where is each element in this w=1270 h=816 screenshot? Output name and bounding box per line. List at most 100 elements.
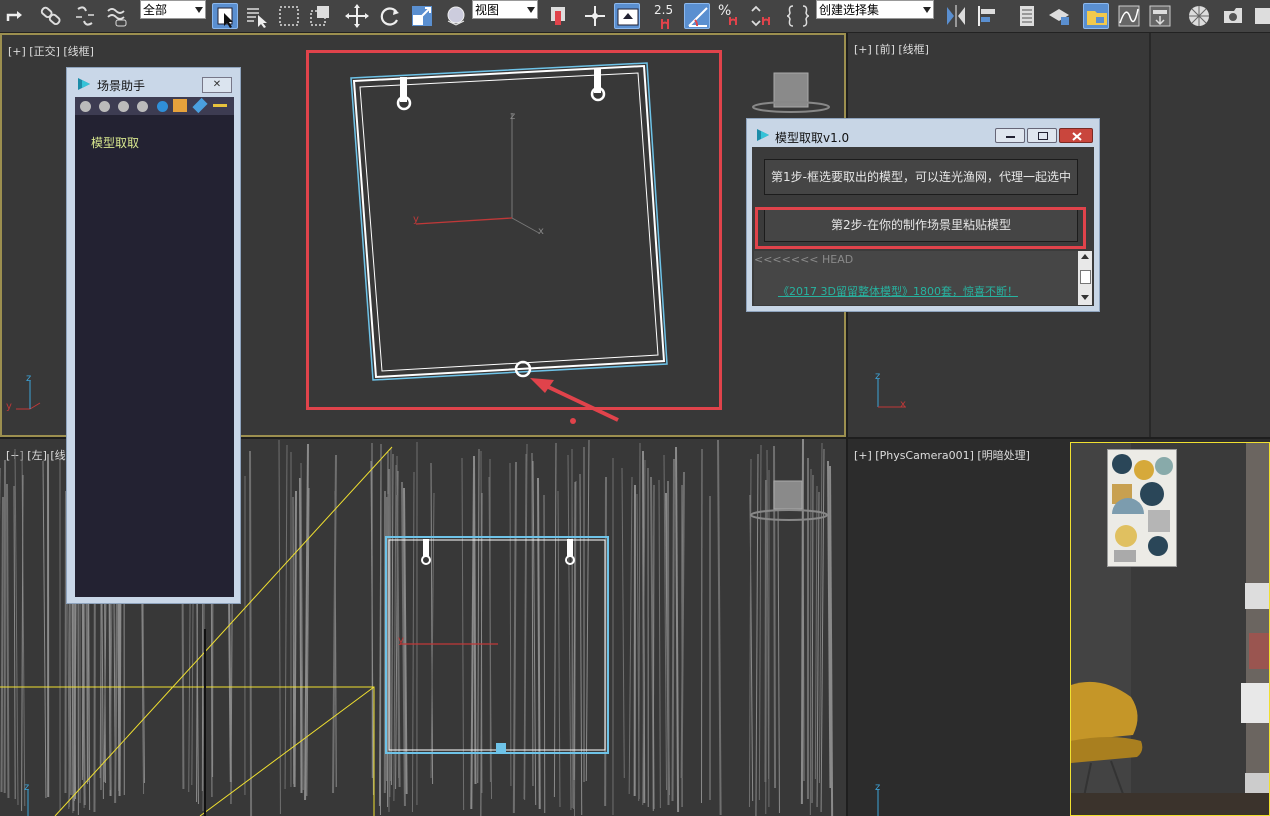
render-frame-icon[interactable] [1252,3,1270,29]
grid-line [42,460,47,799]
grid-line [652,484,655,812]
grid-line [531,452,534,787]
ribbon-icon[interactable] [1046,3,1072,29]
highlight-step2-box [755,207,1086,249]
grid-line [6,483,10,799]
grid-line [766,449,770,780]
viewport-camera[interactable]: [+] [PhysCamera001] [明暗处理] z [848,439,1270,816]
place-icon[interactable] [443,3,469,29]
chevron-down-icon [195,7,203,13]
grid-line [537,477,541,810]
percent-snap-icon[interactable]: % [716,3,742,29]
maximize-icon [1038,132,1048,140]
scale-icon[interactable] [409,3,435,29]
selection-filter-dropdown[interactable]: 全部 [140,0,206,19]
circle-icon[interactable] [99,101,110,112]
folder-icon[interactable] [173,99,187,112]
unlink-icon[interactable] [72,3,98,29]
grid-line [284,444,288,790]
step1-button[interactable]: 第1步-框选要取出的模型，可以连光渔网，代理一起选中 [764,159,1078,195]
select-by-name-icon[interactable] [244,3,270,29]
scroll-thumb[interactable] [1080,270,1091,284]
grid-line [811,474,814,804]
grid-line [477,448,480,784]
bind-spacewarp-icon[interactable] [104,3,130,29]
rotate-icon[interactable] [377,3,403,29]
rect-selection-icon[interactable] [276,3,302,29]
redo-icon[interactable] [2,3,28,29]
grid-line [278,439,281,815]
grid-line [557,490,561,808]
snap-toggle-icon[interactable]: 2.5 [650,3,676,29]
selection-set-value: 创建选择集 [819,3,880,17]
grid-line [758,444,762,801]
grid-line [585,439,590,782]
grid-line [621,467,625,779]
assistant-content: 模型取取 [75,97,234,597]
assistant-item-model-extract[interactable]: 模型取取 [91,134,139,151]
grid-line [579,473,583,816]
layer-icon[interactable] [1014,3,1040,29]
blue-circle-icon[interactable] [157,101,168,112]
grid-line [553,442,557,798]
app-logo-icon [757,129,769,141]
log-output[interactable]: <<<<<<< HEAD 《2017 3D留留整体模型》1800套，惊喜不断！ [754,251,1092,305]
minimize-button[interactable] [995,128,1025,143]
close-button[interactable] [1059,128,1093,143]
select-object-icon[interactable] [212,3,238,29]
curve-editor-icon[interactable] [1116,3,1142,29]
selection-set-dropdown[interactable]: 创建选择集 [816,0,934,19]
spinner-snap-icon[interactable] [748,3,774,29]
move-icon[interactable] [344,3,370,29]
keyboard-shortcut-icon[interactable] [614,3,640,29]
close-button[interactable]: ✕ [202,77,232,93]
grid-line [638,442,641,802]
circle-icon[interactable] [137,101,148,112]
grid-line [675,446,680,813]
gizmo-y-label: y [398,635,404,646]
grid-line [249,450,253,816]
log-scrollbar[interactable] [1078,251,1092,305]
scroll-up-icon[interactable] [1081,254,1089,259]
main-toolbar: 全部 视图 2.5 % 创建选择集 [0,0,1270,33]
grid-line [814,485,818,780]
pivot-icon[interactable] [545,3,571,29]
grid-line [509,462,512,787]
scroll-down-icon[interactable] [1081,295,1089,300]
chevron-down-icon [923,7,931,13]
grid-line [473,455,477,785]
promo-link[interactable]: 《2017 3D留留整体模型》1800套，惊喜不断！ [778,283,1018,299]
minimize-icon [1006,136,1015,138]
assistant-titlebar[interactable]: 场景助手 ✕ [67,68,240,95]
camera-axis [877,789,879,816]
grid-line [512,461,517,814]
circle-icon[interactable] [80,101,91,112]
assistant-title: 场景助手 [97,79,146,93]
dialog-title: 模型取取v1.0 [775,131,850,145]
wrench-icon[interactable] [192,97,208,114]
assistant-toolbar [75,97,234,115]
scene-explorer-icon[interactable] [1083,3,1109,29]
align-icon[interactable] [975,3,1001,29]
grid-line [777,495,780,814]
mirror-icon[interactable] [943,3,969,29]
wall-art-image [1107,449,1177,567]
schematic-icon[interactable] [1147,3,1173,29]
angle-snap-icon[interactable] [684,3,710,29]
edit-named-selection-icon[interactable] [785,3,811,29]
link-icon[interactable] [38,3,64,29]
circle-icon[interactable] [118,101,129,112]
grid-line [543,494,546,814]
render-setup-icon[interactable] [1220,3,1246,29]
reference-coord-dropdown[interactable]: 视图 [472,0,538,19]
minimize-icon[interactable] [213,104,227,107]
window-crossing-icon[interactable] [307,3,333,29]
grid-line [717,439,722,816]
maximize-button[interactable] [1027,128,1057,143]
grid-line [461,457,465,811]
grid-line [658,479,661,809]
material-editor-icon[interactable] [1186,3,1212,29]
manipulate-icon[interactable] [582,3,608,29]
app-logo-icon [78,78,90,90]
axis-x-label: x [900,399,906,410]
